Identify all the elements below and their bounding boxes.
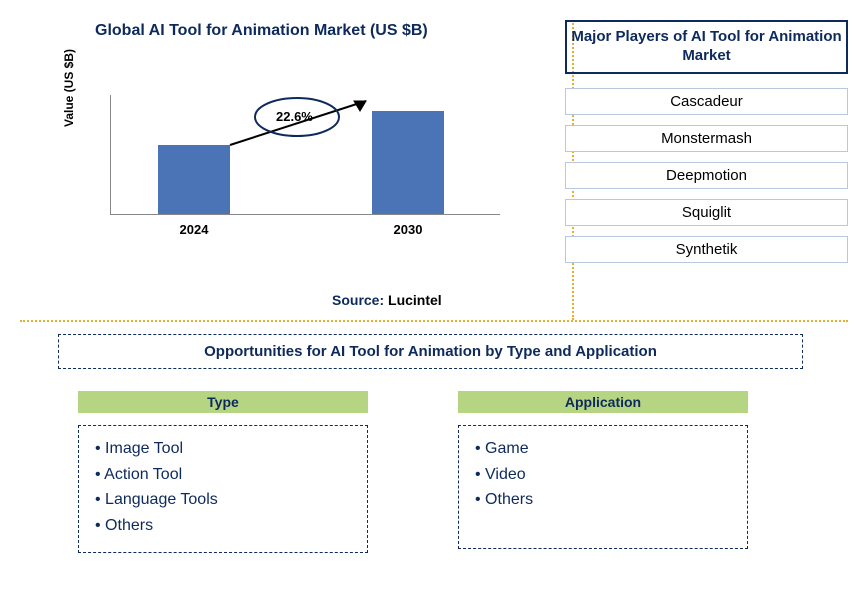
source-value: Lucintel [388,292,442,308]
source-line: Source: Lucintel [332,292,442,308]
list-item: • Image Tool [95,436,351,462]
list-item: • Others [95,513,351,539]
application-header: Application [458,391,748,413]
list-item: • Others [475,487,731,513]
bar-2030 [372,111,444,214]
y-axis-label: Value (US $B) [62,49,76,127]
type-list: • Image Tool • Action Tool • Language To… [78,425,368,553]
list-item: • Action Tool [95,462,351,488]
list-item: • Game [475,436,731,462]
list-item: • Video [475,462,731,488]
xtick-0: 2024 [158,222,230,237]
player-item: Squiglit [565,199,848,226]
player-item: Monstermash [565,125,848,152]
horizontal-divider [20,320,848,322]
player-item: Deepmotion [565,162,848,189]
players-title: Major Players of AI Tool for Animation M… [565,20,848,74]
y-axis [110,95,111,215]
xtick-1: 2030 [372,222,444,237]
cagr-value: 22.6% [276,109,313,124]
application-column: Application • Game • Video • Others [458,391,748,553]
x-axis [110,214,500,215]
list-item-label: Action Tool [104,466,182,483]
bar-2024 [158,145,230,214]
opportunities-section: Opportunities for AI Tool for Animation … [58,334,850,553]
type-header: Type [78,391,368,413]
application-list: • Game • Video • Others [458,425,748,549]
list-item-label: Others [105,517,153,534]
player-item: Synthetik [565,236,848,263]
type-column: Type • Image Tool • Action Tool • Langua… [78,391,368,553]
opportunities-banner: Opportunities for AI Tool for Animation … [58,334,803,369]
chart-title: Global AI Tool for Animation Market (US … [95,22,555,40]
list-item-label: Game [485,440,529,457]
list-item-label: Video [485,466,526,483]
list-item-label: Image Tool [105,440,183,457]
chart-panel: Global AI Tool for Animation Market (US … [20,20,565,273]
list-item-label: Others [485,491,533,508]
list-item-label: Language Tools [105,491,218,508]
bar-chart: Value (US $B) 2024 2030 22.6% [110,75,500,255]
list-item: • Language Tools [95,487,351,513]
player-item: Cascadeur [565,88,848,115]
source-label: Source: [332,292,384,308]
players-panel: Major Players of AI Tool for Animation M… [565,20,848,273]
